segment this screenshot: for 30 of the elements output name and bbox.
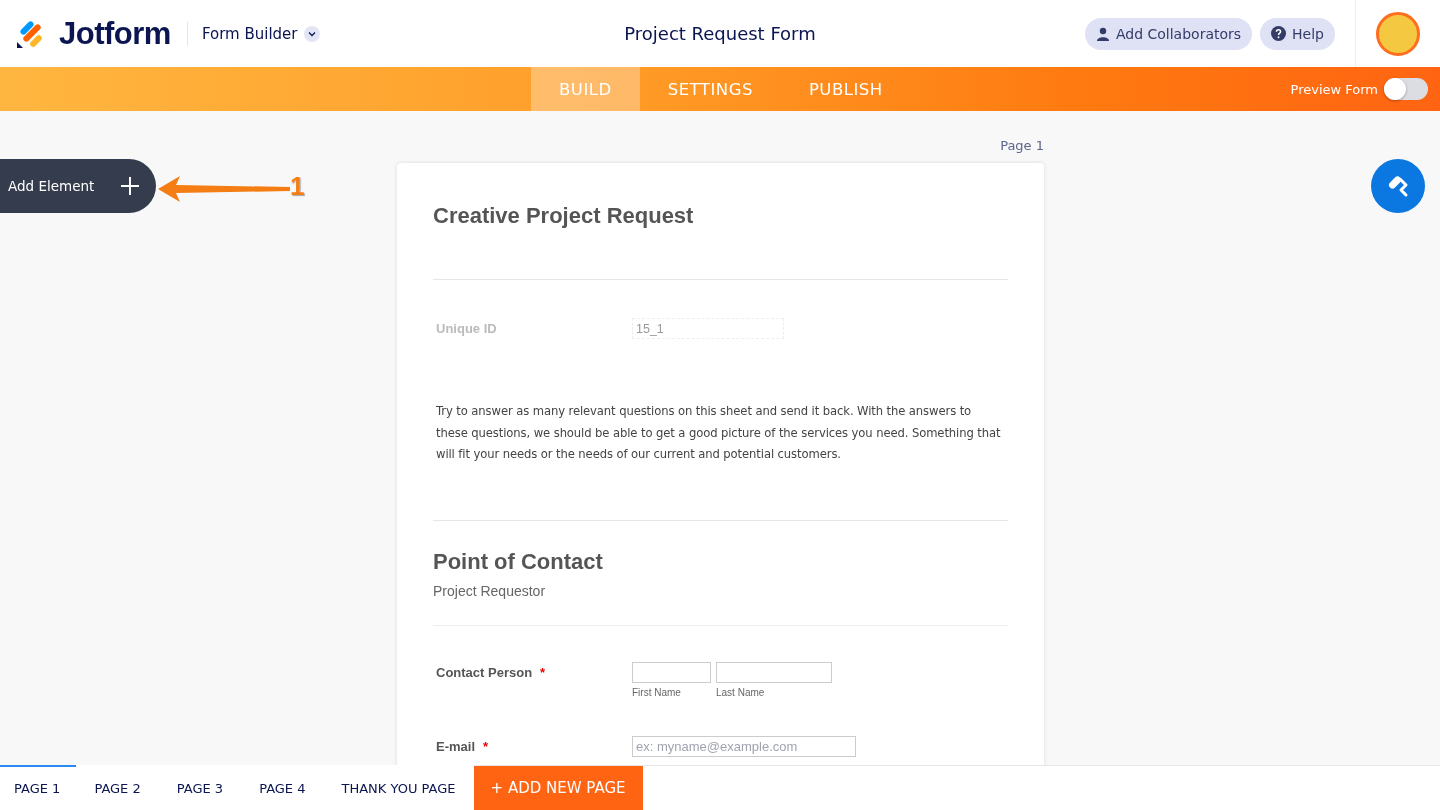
- preview-toggle[interactable]: [1384, 78, 1428, 100]
- required-mark: *: [483, 738, 489, 754]
- add-element-button[interactable]: Add Element: [0, 159, 156, 213]
- sublabel: Last Name: [716, 686, 766, 698]
- plus-icon: [120, 176, 140, 196]
- required-mark: *: [540, 664, 546, 680]
- field-label: E-mail: [436, 738, 475, 754]
- section-heading: Point of Contact: [433, 548, 604, 575]
- callout-number: 1: [290, 171, 305, 202]
- product-dropdown[interactable]: Form Builder: [201, 24, 320, 43]
- field-label: Unique ID: [436, 321, 497, 336]
- designer-button[interactable]: [1371, 159, 1425, 213]
- logo-text[interactable]: Jotform: [59, 15, 171, 52]
- form-title: Project Request Form: [623, 23, 817, 44]
- page-label: Page 1: [1000, 138, 1044, 153]
- field-label: Contact Person: [436, 664, 533, 680]
- sublabel: First Name: [632, 686, 682, 698]
- add-collaborators-button[interactable]: Add Collaborators: [1084, 17, 1253, 50]
- help-button[interactable]: Help: [1260, 17, 1335, 50]
- person-icon: [1095, 26, 1110, 41]
- caret-icon: [303, 25, 320, 42]
- last-name-field[interactable]: [716, 661, 832, 683]
- avatar[interactable]: [1376, 11, 1420, 56]
- help-icon: [1271, 26, 1287, 41]
- email-field[interactable]: ex: myname@example.com: [632, 735, 856, 757]
- section-subheading: Project Requestor: [433, 582, 547, 599]
- first-name-field[interactable]: [632, 661, 711, 683]
- form-heading: Creative Project Request: [433, 203, 695, 229]
- description-text: Try to answer as many relevant questions on this sheet and send it back. With the answers to these questions, we should be able to get a good picture of the services you need. Something that will fit your needs or the needs of our current and potential customers.: [436, 403, 1002, 463]
- preview-label: Preview Form: [1290, 81, 1378, 97]
